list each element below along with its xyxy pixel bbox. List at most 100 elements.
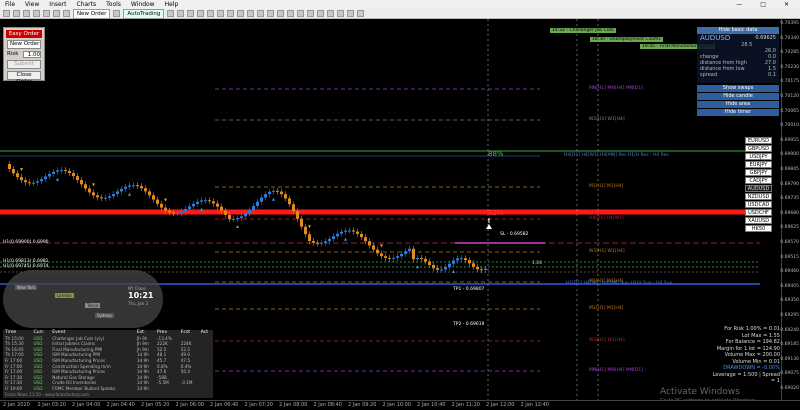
profiles-icon[interactable]	[13, 10, 20, 17]
candle-body	[80, 180, 83, 185]
pair-button[interactable]: NZDUSD	[745, 193, 772, 200]
candlestick-icon[interactable]	[177, 10, 185, 17]
zoom-in-icon[interactable]	[197, 10, 205, 17]
candle-body	[184, 209, 187, 212]
time-tick: 2 Jan 11:20	[451, 402, 480, 408]
time-tick: 2 Jan 12:00	[486, 402, 515, 408]
close-icon[interactable]: ✕	[779, 1, 794, 8]
candle-body	[344, 230, 347, 232]
crosshair-icon[interactable]	[277, 10, 285, 17]
symbol-switcher: EURUSD GBPUSD USDJPY EURJPY GBPJPY CADJP…	[745, 137, 772, 233]
buy-arrow-icon	[128, 192, 131, 196]
tile-windows-icon[interactable]	[217, 10, 225, 17]
price-tick: 0.70175	[780, 79, 799, 85]
arrows-icon[interactable]	[357, 10, 365, 17]
candle-body	[484, 268, 487, 270]
close-order-button[interactable]: Close Order	[7, 71, 41, 85]
candle-body	[448, 263, 451, 268]
clock-tab-tokyo[interactable]: Tokyo	[85, 303, 101, 308]
terminal-icon[interactable]	[53, 10, 60, 17]
candle-body	[28, 182, 31, 184]
menu-help[interactable]: Help	[160, 1, 184, 8]
clock-tab-london[interactable]: London	[55, 293, 74, 298]
pair-button[interactable]: EURUSD	[745, 137, 772, 144]
candle-body	[136, 185, 139, 187]
menu-charts[interactable]: Charts	[72, 1, 102, 8]
candle-body	[108, 196, 111, 198]
pair-button[interactable]: GBPUSD	[745, 145, 772, 152]
candle-body	[392, 257, 395, 259]
menu-insert[interactable]: Insert	[44, 1, 71, 8]
pair-button[interactable]: CADJPY	[745, 177, 772, 184]
meta-editor-icon[interactable]	[113, 10, 121, 17]
time-tick: 2 Jan 12:40	[520, 402, 549, 408]
navigator-icon[interactable]	[43, 10, 50, 17]
time-tick: 2 Jan 10:40	[417, 402, 446, 408]
menu-view[interactable]: View	[20, 1, 44, 8]
text-tool-icon[interactable]	[337, 10, 345, 17]
candle-body	[408, 248, 411, 252]
show-swaps-button[interactable]: Show swaps	[697, 85, 779, 92]
horizontal-line-icon[interactable]	[297, 10, 305, 17]
time-tick: 2 Jan 08:40	[313, 402, 342, 408]
trendline-icon[interactable]	[307, 10, 315, 17]
candle-body	[232, 218, 235, 220]
price-tick: 0.69900	[780, 152, 799, 158]
line-chart-icon[interactable]	[187, 10, 195, 17]
label-tool-icon[interactable]	[347, 10, 355, 17]
indicators-icon[interactable]	[247, 10, 255, 17]
candle-body	[216, 203, 219, 207]
strategy-tester-icon[interactable]	[63, 10, 70, 17]
hide-area-button[interactable]: Hide area	[697, 101, 779, 108]
maximize-icon[interactable]: □	[755, 1, 771, 8]
submit-button[interactable]: Submit	[7, 60, 41, 69]
minimize-icon[interactable]: —	[731, 1, 747, 8]
buy-arrow-icon	[236, 224, 239, 228]
easy-order-title: Easy Order	[6, 30, 42, 38]
candle-body	[36, 181, 39, 183]
vertical-line-icon[interactable]	[287, 10, 295, 17]
pair-button[interactable]: EURJPY	[745, 161, 772, 168]
order-type-select[interactable]: New Order	[7, 40, 41, 49]
autoscroll-icon[interactable]	[227, 10, 235, 17]
menu-file[interactable]: File	[0, 1, 20, 8]
level-label-w1-upper: W1[H1] W1[H4]	[589, 117, 625, 122]
pair-button[interactable]: USDJPY	[745, 153, 772, 160]
pair-button[interactable]: USDCAD	[745, 201, 772, 208]
zoom-out-icon[interactable]	[207, 10, 215, 17]
clock-tab-newyork[interactable]: New York	[15, 285, 38, 290]
market-watch-icon[interactable]	[23, 10, 30, 17]
channel-icon[interactable]	[317, 10, 325, 17]
new-order-button[interactable]: New Order	[73, 8, 111, 19]
data-window-icon[interactable]	[33, 10, 40, 17]
chart-shift-icon[interactable]	[237, 10, 245, 17]
hide-basic-data-button[interactable]: Hide basic data	[697, 27, 779, 34]
templates-icon[interactable]	[267, 10, 275, 17]
candle-body	[452, 260, 455, 264]
hide-candle-button[interactable]: Hide candle	[697, 93, 779, 100]
candle-body	[380, 253, 383, 257]
candle-body	[284, 194, 287, 199]
periods-icon[interactable]	[257, 10, 265, 17]
pair-button-active[interactable]: AUDUSD	[745, 185, 772, 192]
fibonacci-icon[interactable]	[327, 10, 335, 17]
candle-body	[356, 231, 359, 234]
candle-body	[68, 170, 71, 174]
price-tick: 0.69460	[780, 269, 799, 275]
menu-window[interactable]: Window	[126, 1, 160, 8]
hide-timer-button[interactable]: Hide timer	[697, 109, 779, 116]
bar-chart-icon[interactable]	[167, 10, 175, 17]
auto-trading-button[interactable]: AutoTrading	[123, 8, 165, 19]
risk-input[interactable]: 1.00	[23, 51, 41, 58]
candle-body	[220, 206, 223, 211]
candle-body	[420, 258, 423, 260]
menu-tools[interactable]: Tools	[101, 1, 126, 8]
pair-button[interactable]: USDCHF	[745, 209, 772, 216]
new-chart-icon[interactable]	[3, 10, 10, 17]
pair-button[interactable]: XAUUSD	[745, 217, 772, 224]
pair-button[interactable]: HK50	[745, 225, 772, 232]
tp1-label: TP1 - 0.69807	[453, 287, 485, 292]
pair-button[interactable]: GBPJPY	[745, 169, 772, 176]
candle-body	[16, 173, 19, 178]
clock-tab-sydney[interactable]: Sydney	[95, 313, 114, 318]
